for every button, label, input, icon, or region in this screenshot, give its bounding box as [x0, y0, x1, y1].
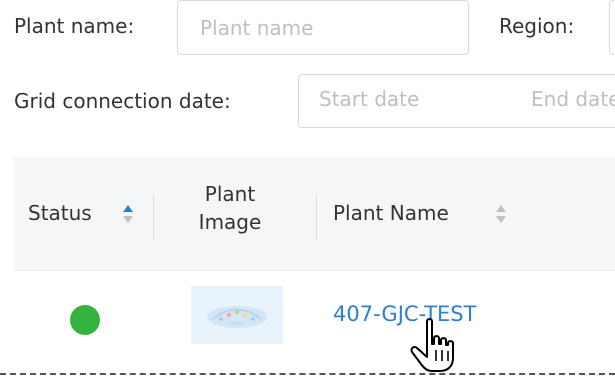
table-header: [14, 157, 615, 270]
end-date-placeholder: End date: [531, 87, 615, 111]
column-header-status[interactable]: Status: [28, 200, 92, 226]
grid-connection-date-label: Grid connection date:: [14, 89, 231, 113]
grid-connection-date-range-picker[interactable]: Start date End date: [298, 74, 615, 128]
start-date-placeholder: Start date: [319, 87, 420, 111]
region-select[interactable]: [609, 0, 615, 55]
region-label: Region:: [499, 14, 575, 38]
sort-icon[interactable]: [495, 204, 507, 224]
plant-name-label: Plant name:: [14, 14, 135, 38]
column-header-plant-image: Plant Image: [198, 182, 262, 234]
plant-name-input[interactable]: [177, 0, 469, 55]
row-divider: [14, 270, 615, 271]
sort-ascending-icon[interactable]: [122, 204, 134, 224]
column-header-plant-name[interactable]: Plant Name: [333, 200, 449, 226]
hand-pointer-icon: [410, 318, 454, 372]
column-separator: [316, 194, 317, 240]
status-indicator-online: [70, 305, 100, 335]
column-separator: [153, 194, 154, 240]
plant-thumbnail[interactable]: [191, 286, 283, 344]
